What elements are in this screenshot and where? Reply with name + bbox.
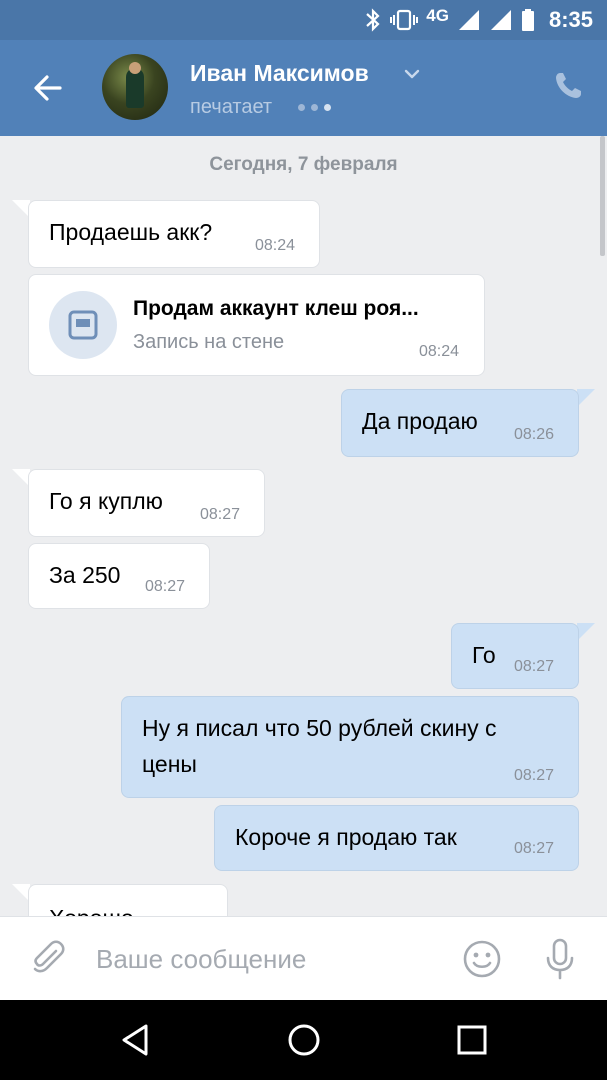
status-bar: 4G 8:35	[0, 0, 607, 40]
message-bubble[interactable]: Го 08:27	[451, 623, 579, 689]
message-list[interactable]: Сегодня, 7 февраля Продаешь акк? 08:24 П…	[0, 136, 607, 916]
smiley-icon[interactable]	[462, 939, 502, 979]
message-text: За 250	[49, 562, 121, 588]
message-bubble[interactable]: Го я куплю 08:27	[28, 469, 265, 537]
message-time: 08:27	[145, 578, 186, 595]
battery-icon	[521, 9, 534, 31]
chevron-down-icon[interactable]	[402, 64, 422, 84]
message-bubble[interactable]: Хорошо	[28, 884, 228, 916]
message-text: Го	[472, 642, 496, 668]
contact-name[interactable]: Иван Максимов	[190, 60, 369, 87]
message-bubble[interactable]: Ну я писал что 50 рублей скину с цены 08…	[121, 696, 579, 798]
message-text-line-1: Ну я писал что 50 рублей скину с	[142, 715, 497, 741]
message-input[interactable]	[96, 937, 436, 981]
message-text: Продаешь акк?	[49, 219, 213, 245]
message-composer	[0, 916, 607, 1000]
message-text: Короче я продаю так	[235, 824, 457, 850]
typing-dots	[298, 104, 331, 111]
paperclip-icon[interactable]	[30, 939, 68, 977]
message-time: 08:27	[200, 506, 241, 523]
clock: 8:35	[548, 7, 593, 32]
post-subtitle: Запись на стене	[133, 331, 285, 353]
message-text: Да продаю	[362, 408, 478, 434]
date-separator: Сегодня, 7 февраля	[209, 154, 398, 175]
message-time: 08:24	[419, 343, 460, 360]
document-icon	[68, 310, 98, 340]
bubble-tail	[577, 389, 595, 407]
message-time: 08:24	[255, 237, 296, 254]
microphone-icon[interactable]	[540, 937, 580, 981]
vibrate-icon	[390, 9, 419, 31]
post-title: Продам аккаунт клеш роя...	[133, 297, 419, 320]
avatar[interactable]	[102, 54, 168, 120]
chat-header: Иван Максимов печатает	[0, 40, 607, 136]
message-text: Го я куплю	[49, 488, 163, 514]
phone-icon[interactable]	[552, 70, 584, 102]
message-bubble[interactable]: За 250 08:27	[28, 543, 210, 609]
message-time: 08:27	[514, 767, 555, 784]
home-circle-icon[interactable]	[284, 1020, 324, 1060]
system-nav-bar	[0, 1000, 607, 1080]
post-icon-circle	[49, 291, 117, 359]
recents-square-icon[interactable]	[452, 1020, 492, 1060]
message-bubble[interactable]: Продаешь акк? 08:24	[28, 200, 320, 268]
bubble-tail	[577, 623, 595, 641]
message-text-line-2: цены	[142, 751, 197, 777]
message-time: 08:27	[514, 840, 555, 857]
message-bubble[interactable]: Короче я продаю так 08:27	[214, 805, 579, 871]
network-type: 4G	[426, 6, 449, 25]
message-text: Хорошо	[49, 905, 134, 916]
back-triangle-icon[interactable]	[116, 1020, 156, 1060]
message-time: 08:27	[514, 658, 555, 675]
message-time: 08:26	[514, 426, 555, 443]
wall-post-attachment[interactable]: Продам аккаунт клеш роя... Запись на сте…	[28, 274, 485, 376]
message-bubble[interactable]: Да продаю 08:26	[341, 389, 579, 457]
signal-icon	[458, 10, 479, 30]
bluetooth-icon	[366, 8, 380, 32]
back-arrow-icon[interactable]	[30, 70, 66, 106]
typing-status: печатает	[190, 96, 273, 118]
signal-icon-2	[490, 10, 511, 30]
